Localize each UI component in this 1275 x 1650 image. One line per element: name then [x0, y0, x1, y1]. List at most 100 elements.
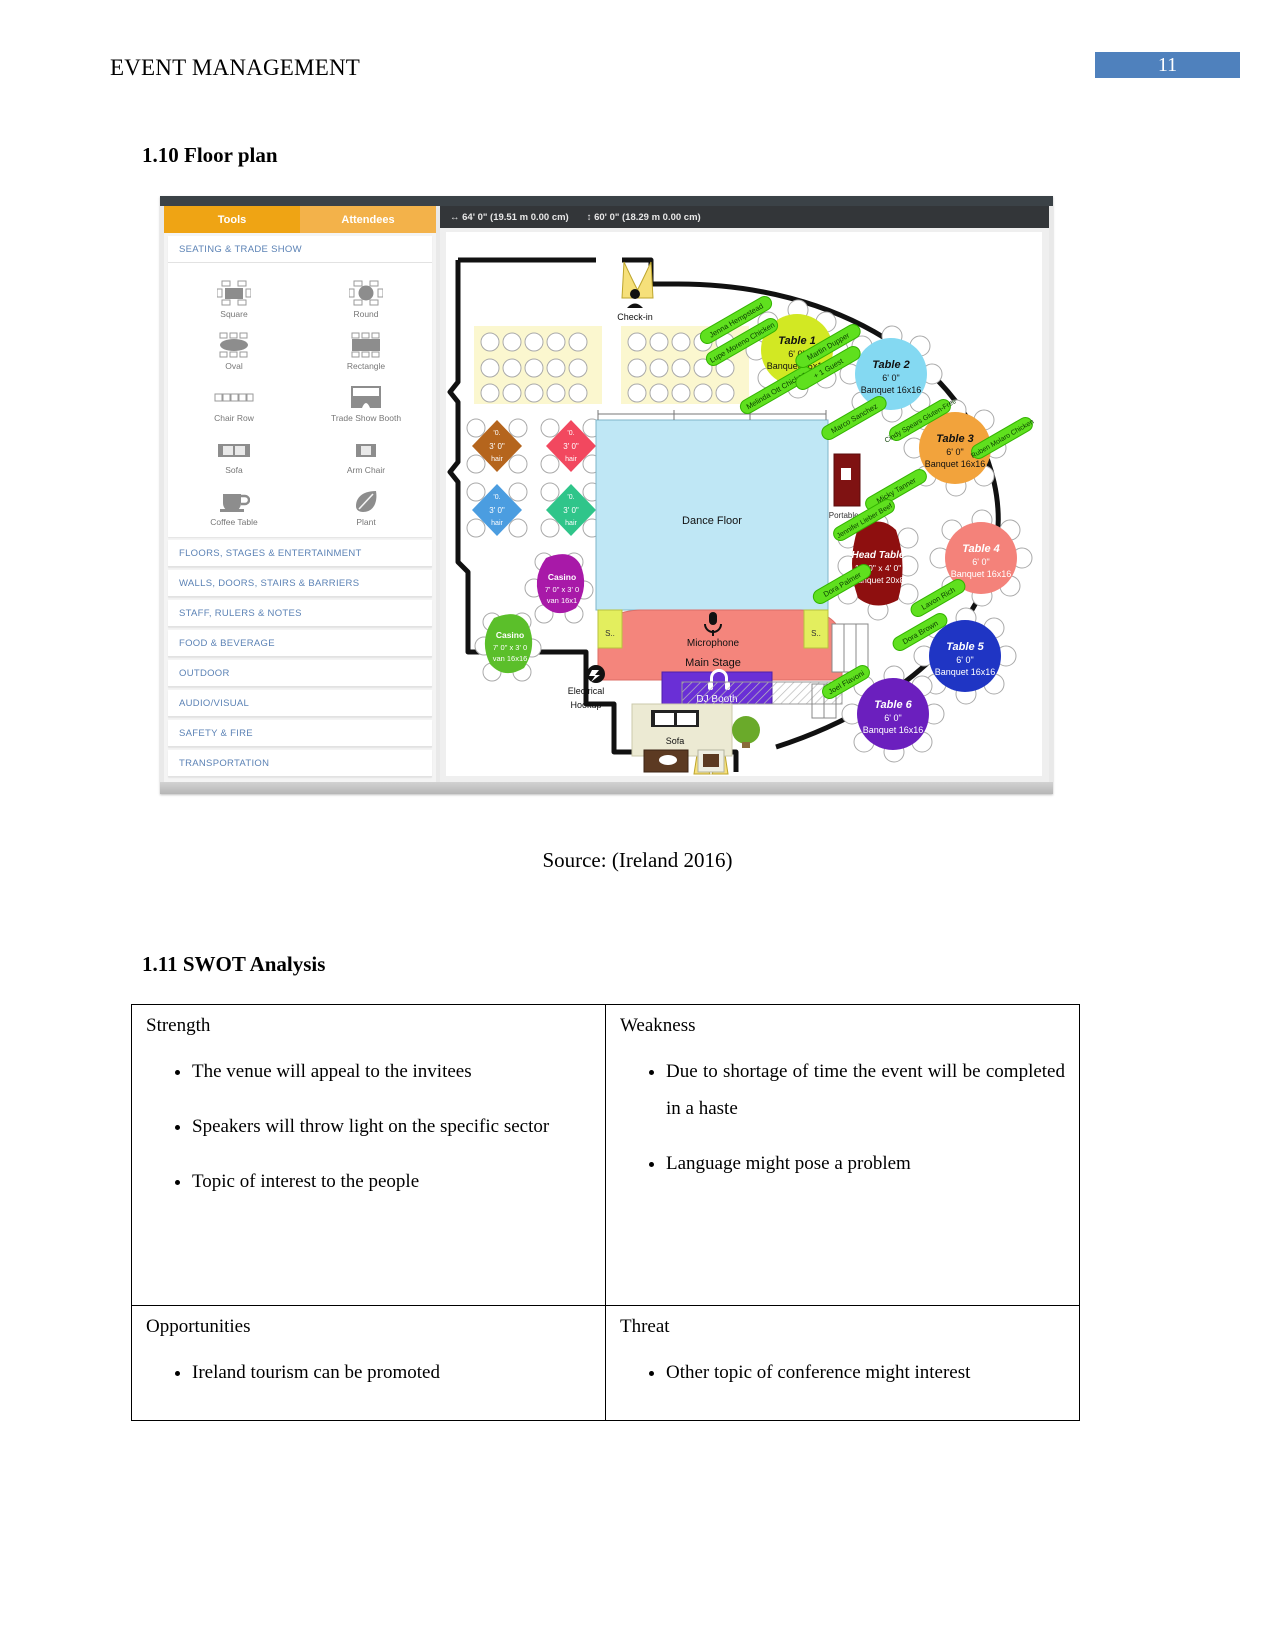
dance-floor: Dance Floor: [595, 410, 829, 611]
svg-text:7' 0" x 3' 0: 7' 0" x 3' 0: [545, 585, 579, 594]
swot-item: Ireland tourism can be promoted: [192, 1354, 591, 1391]
svg-text:Banquet 16x16: Banquet 16x16: [925, 459, 986, 469]
svg-text:Casino: Casino: [496, 630, 524, 640]
tool-label: Trade Show Booth: [330, 413, 402, 423]
height-arrow-icon: ↕: [586, 211, 592, 223]
swot-quadrant-title: Weakness: [620, 1015, 696, 1036]
svg-text:Check-in: Check-in: [617, 312, 653, 322]
section-header-safety-fire[interactable]: SAFETY & FIRE: [168, 720, 432, 747]
svg-text:Banquet 16x16: Banquet 16x16: [863, 725, 924, 735]
svg-text:3' 0": 3' 0": [489, 442, 505, 451]
svg-text:7' 0" x 3' 0: 7' 0" x 3' 0: [493, 643, 527, 652]
svg-text:Hookup: Hookup: [570, 700, 601, 710]
casino-table-purple: Casino 7' 0" x 3' 0 van 16x1: [524, 552, 594, 624]
small-table-blue: '0. 3' 0" hair: [466, 482, 528, 538]
swot-quadrant-title: Threat: [620, 1316, 670, 1337]
tool-rectangle[interactable]: Rectangle: [300, 323, 432, 371]
trade-show-booth-icon: [350, 384, 382, 410]
swot-quadrant-title: Strength: [146, 1015, 211, 1036]
svg-text:hair: hair: [491, 456, 503, 463]
figure-top-strip: [160, 196, 1053, 206]
svg-text:Cha..: Cha..: [702, 775, 721, 776]
tool-round[interactable]: Round: [300, 271, 432, 319]
svg-text:6' 0": 6' 0": [972, 557, 989, 567]
svg-text:Table 2: Table 2: [872, 359, 910, 371]
tool-plant[interactable]: Plant: [300, 479, 432, 527]
section-header-seating[interactable]: SEATING & TRADE SHOW: [168, 236, 432, 263]
tab-tools[interactable]: Tools: [164, 206, 300, 233]
portable-bar: Portable ..: [829, 453, 865, 520]
swot-row-bottom: Opportunities Ireland tourism can be pro…: [131, 1305, 1080, 1421]
tool-label: Arm Chair: [346, 465, 386, 475]
svg-text:'0.: '0.: [493, 430, 500, 437]
tab-attendees[interactable]: Attendees: [300, 206, 436, 233]
arm-chair-icon: [355, 436, 377, 462]
swot-item: Speakers will throw light on the specifi…: [192, 1108, 591, 1145]
section-header-floors-stages[interactable]: FLOORS, STAGES & ENTERTAINMENT: [168, 540, 432, 567]
chair-row-icon: [214, 384, 254, 410]
tool-label: Square: [220, 309, 248, 319]
swot-item: Topic of interest to the people: [192, 1163, 591, 1200]
svg-text:'0.: '0.: [567, 430, 574, 437]
tool-square[interactable]: Square: [168, 271, 300, 319]
tool-trade-show-booth[interactable]: Trade Show Booth: [300, 375, 432, 423]
canvas-width-dimension: ↔ 64' 0" (19.51 m 0.00 cm): [450, 211, 569, 223]
swot-cell-threat: Threat Other topic of conference might i…: [605, 1305, 1080, 1421]
swot-item: Language might pose a problem: [666, 1145, 1065, 1182]
tool-coffee-table[interactable]: Coffee Table: [168, 479, 300, 527]
section-header-food-beverage[interactable]: FOOD & BEVERAGE: [168, 630, 432, 657]
section-header-walls-doors[interactable]: WALLS, DOORS, STAIRS & BARRIERS: [168, 570, 432, 597]
floor-plan-canvas[interactable]: Check-in '0. 3' 0" hair '0. 3' 0" hair '…: [446, 232, 1042, 776]
section-header-outdoor[interactable]: OUTDOOR: [168, 660, 432, 687]
tool-sofa[interactable]: Sofa: [168, 427, 300, 475]
tool-oval[interactable]: Oval: [168, 323, 300, 371]
svg-text:Banquet 16x16: Banquet 16x16: [935, 667, 996, 677]
small-table-brown: '0. 3' 0" hair: [466, 418, 528, 474]
svg-text:3' 0": 3' 0": [563, 442, 579, 451]
svg-text:Microphone: Microphone: [687, 638, 740, 649]
sofa-icon: [217, 436, 251, 462]
svg-text:6' 0": 6' 0": [946, 447, 963, 457]
swot-cell-opportunities: Opportunities Ireland tourism can be pro…: [131, 1305, 606, 1421]
square-table-icon: [217, 280, 251, 306]
casino-table-green: Casino 7' 0" x 3' 0 van 16x16: [474, 612, 542, 682]
svg-text:van 16x16: van 16x16: [493, 654, 528, 663]
swot-item: The venue will appeal to the invitees: [192, 1053, 591, 1090]
svg-text:Table 3: Table 3: [936, 433, 974, 445]
small-table-red: '0. 3' 0" hair: [540, 418, 602, 474]
hatched-area: [681, 681, 843, 705]
svg-text:Head Table: Head Table: [852, 550, 905, 561]
svg-text:Main Stage: Main Stage: [685, 657, 741, 669]
section-header-staff-rulers[interactable]: STAFF, RULERS & NOTES: [168, 600, 432, 627]
small-table-green: '0. 3' 0" hair: [540, 482, 602, 538]
plant-icon: [352, 488, 380, 514]
floor-plan-drawing: Check-in '0. 3' 0" hair '0. 3' 0" hair '…: [447, 257, 1035, 776]
oval-table-icon: [215, 332, 253, 358]
width-arrow-icon: ↔: [450, 211, 460, 223]
svg-text:Table: Table: [656, 775, 676, 776]
svg-text:6' 0": 6' 0": [956, 655, 973, 665]
tool-label: Rectangle: [346, 361, 386, 371]
seating-block-right: [621, 326, 749, 404]
banquet-table-6: Table 6 6' 0" Banquet 16x16 Joel Flavoni: [822, 665, 945, 763]
tool-label: Oval: [225, 361, 243, 371]
swot-list: The venue will appeal to the invitees Sp…: [146, 1053, 591, 1200]
tool-chair-row[interactable]: Chair Row: [168, 375, 300, 423]
tool-grid: Square Round Oval Rectangle Chair Row Tr…: [168, 263, 432, 537]
svg-text:S..: S..: [605, 629, 615, 638]
figure-bottom-strip: [160, 782, 1053, 794]
swot-list: Ireland tourism can be promoted: [146, 1354, 591, 1391]
swot-row-top: Strength The venue will appeal to the in…: [131, 1004, 1080, 1306]
svg-text:Table 5: Table 5: [946, 641, 984, 653]
tool-arm-chair[interactable]: Arm Chair: [300, 427, 432, 475]
swot-list: Due to shortage of time the event will b…: [620, 1053, 1065, 1182]
svg-text:6' 0": 6' 0": [884, 713, 901, 723]
section-header-transportation[interactable]: TRANSPORTATION: [168, 750, 432, 777]
swot-list: Other topic of conference might interest: [620, 1354, 1065, 1391]
svg-text:hair: hair: [491, 520, 503, 527]
swot-quadrant-title: Opportunities: [146, 1316, 251, 1337]
section-header-audio-visual[interactable]: AUDIO/VISUAL: [168, 690, 432, 717]
svg-text:Casino: Casino: [548, 572, 576, 582]
tool-label: Plant: [356, 517, 376, 527]
canvas-height-dimension: ↕ 60' 0" (18.29 m 0.00 cm): [586, 211, 701, 223]
